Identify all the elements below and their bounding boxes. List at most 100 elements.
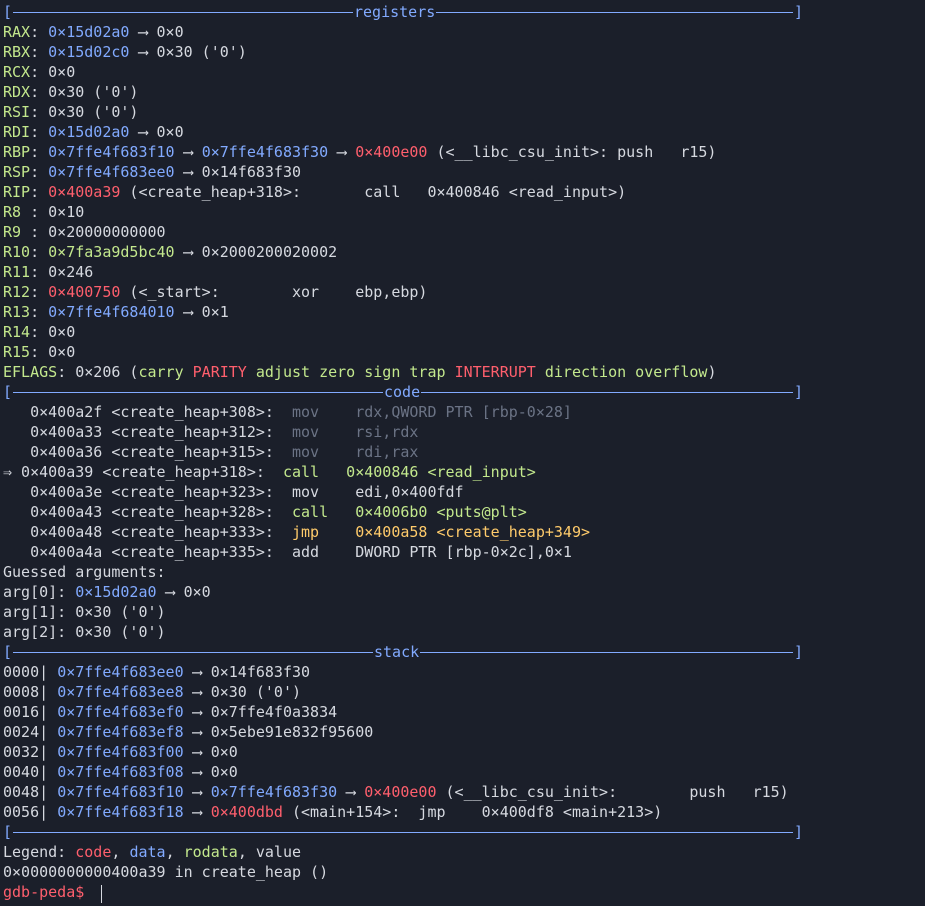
text-segment: : 0×20000000000 xyxy=(30,223,166,241)
text-segment: : 0×0 xyxy=(30,63,76,81)
text-segment: : xyxy=(30,283,49,301)
text-segment: arg[0]: xyxy=(3,583,76,601)
text-segment: 0048| xyxy=(3,783,58,801)
text-segment: , xyxy=(165,843,184,861)
text-segment: 0×7ffe4f683ee8 xyxy=(57,683,184,701)
text-segment: 0×400a4a <create_heap+335>: add DWORD PT… xyxy=(3,543,572,561)
text-segment: : xyxy=(30,303,49,321)
text-cursor[interactable] xyxy=(101,885,102,903)
text-segment: arg[2]: 0×30 ('0') xyxy=(3,623,166,641)
text-segment: rodata xyxy=(183,843,238,861)
separator-right-bracket: ] xyxy=(793,643,803,661)
text-segment: (<create_heap+318>: call 0×400846 <read_… xyxy=(120,183,627,201)
text-segment: call 0×400846 <read_input> xyxy=(282,463,536,481)
separator-rule xyxy=(13,832,793,833)
text-segment: Legend: xyxy=(3,843,76,861)
code-line: 0×400a33 <create_heap+312>: mov rsi,rdx xyxy=(3,422,418,442)
text-segment: 0×7ffe4f683f08 xyxy=(57,763,184,781)
text-segment: ⟶ 0×1 xyxy=(174,303,229,321)
text-segment: ⟶ xyxy=(183,803,211,821)
argument-line: arg[2]: 0×30 ('0') xyxy=(3,622,166,642)
text-segment: : xyxy=(30,143,49,161)
text-segment: R10 xyxy=(3,243,31,261)
text-segment: 0×400a3e <create_heap+323>: mov edi,0×40… xyxy=(3,483,464,501)
text-segment: 0×400e00 xyxy=(364,783,437,801)
text-segment: 0×7ffe4f683f10 xyxy=(48,143,175,161)
text-segment: : xyxy=(30,43,49,61)
text-segment: R11 xyxy=(3,263,31,281)
separator-right-bracket: ] xyxy=(793,383,803,401)
text-segment: ⟶ 0×0 xyxy=(129,23,184,41)
text-segment: RDI xyxy=(3,123,31,141)
text-segment: 0×7ffe4f684010 xyxy=(48,303,175,321)
text-segment: : xyxy=(30,123,49,141)
text-segment: adjust zero sign trap xyxy=(246,363,455,381)
text-segment: ⟶ xyxy=(174,143,202,161)
text-segment: : 0×0 xyxy=(30,343,76,361)
text-segment: : xyxy=(30,243,49,261)
text-segment: : 0×30 ('0') xyxy=(30,103,139,121)
text-segment: code xyxy=(75,843,112,861)
gdb-prompt: gdb-peda$ xyxy=(3,883,94,901)
text-segment: INTERRUPT xyxy=(454,363,536,381)
text-segment: ⟶ 0×30 ('0') xyxy=(183,683,302,701)
text-segment: ⟶ xyxy=(337,783,365,801)
current-location: 0×0000000000400a39 in create_heap () xyxy=(3,863,329,881)
stack-line: 0008| 0×7ffe4f683ee8 ⟶ 0×30 ('0') xyxy=(3,682,301,702)
text-segment: R8 xyxy=(3,203,31,221)
text-segment: RAX xyxy=(3,23,31,41)
register-line: RBP: 0×7ffe4f683f10 ⟶ 0×7ffe4f683f30 ⟶ 0… xyxy=(3,142,716,162)
separator-right-bracket: ] xyxy=(793,3,803,21)
stack-line: 0032| 0×7ffe4f683f00 ⟶ 0×0 xyxy=(3,742,238,762)
register-line: EFLAGS: 0×206 (carry PARITY adjust zero … xyxy=(3,362,716,382)
register-line: RSP: 0×7ffe4f683ee0 ⟶ 0×14f683f30 xyxy=(3,162,301,182)
text-segment: ) xyxy=(707,363,717,381)
text-segment: 0×7fa3a9d5bc40 xyxy=(48,243,175,261)
text-segment: ⟶ 0×5ebe91e832f95600 xyxy=(183,723,374,741)
text-segment: ⟶ 0×14f683f30 xyxy=(183,663,311,681)
terminal[interactable]: [ registers ] RAX: 0×15d02a0 ⟶ 0×0 RBX: 0… xyxy=(0,0,925,906)
text-segment: (<main+154>: jmp 0×400df8 <main+213>) xyxy=(282,803,663,821)
text-segment: 0×7ffe4f683f00 xyxy=(57,743,184,761)
text-segment: RIP xyxy=(3,183,31,201)
text-segment: RSI xyxy=(3,103,31,121)
text-segment: arg[1]: 0×30 ('0') xyxy=(3,603,166,621)
register-line: R13: 0×7ffe4f684010 ⟶ 0×1 xyxy=(3,302,229,322)
text-segment: : 0×0 xyxy=(30,323,76,341)
text-segment: RBP xyxy=(3,143,31,161)
register-line: R8 : 0×10 xyxy=(3,202,84,222)
text-segment: direction overflow xyxy=(535,363,708,381)
register-line: R14: 0×0 xyxy=(3,322,75,342)
text-segment: 0×7ffe4f683ef8 xyxy=(57,723,184,741)
register-line: R9 : 0×20000000000 xyxy=(3,222,166,242)
stack-line: 0040| 0×7ffe4f683f08 ⟶ 0×0 xyxy=(3,762,238,782)
text-segment: ⟶ 0×0 xyxy=(183,763,238,781)
text-segment: 0×400e00 xyxy=(355,143,428,161)
text-segment: 0×400a36 <create_heap+315>: xyxy=(3,443,292,461)
code-line: 0×400a3e <create_heap+323>: mov edi,0×40… xyxy=(3,482,464,502)
text-segment: ⟶ 0×14f683f30 xyxy=(174,163,302,181)
text-segment: EFLAGS xyxy=(3,363,58,381)
text-segment: 0×400a43 <create_heap+328>: xyxy=(3,503,292,521)
legend: Legend: code, data, rodata, value xyxy=(3,842,301,862)
closing-separator: [ ] xyxy=(3,822,803,842)
separator-left-bracket: [ xyxy=(3,383,13,401)
text-segment: R9 xyxy=(3,223,31,241)
text-segment: 0×15d02a0 xyxy=(48,123,130,141)
text-segment: R12 xyxy=(3,283,31,301)
register-line: RAX: 0×15d02a0 ⟶ 0×0 xyxy=(3,22,184,42)
stack-line: 0048| 0×7ffe4f683f10 ⟶ 0×7ffe4f683f30 ⟶ … xyxy=(3,782,789,802)
code-title: code xyxy=(383,382,422,402)
text-segment: 0032| xyxy=(3,743,58,761)
text-segment: 0×7ffe4f683f18 xyxy=(57,803,184,821)
register-line: R12: 0×400750 (<_start>: xor ebp,ebp) xyxy=(3,282,427,302)
guessed-arguments-header: Guessed arguments: xyxy=(3,563,166,581)
text-segment: : xyxy=(30,163,49,181)
text-segment: (<__libc_csu_init>: push r15) xyxy=(436,783,789,801)
text-segment: ⇒ 0×400a39 <create_heap+318>: xyxy=(3,463,283,481)
text-segment: 0×400a39 xyxy=(48,183,121,201)
text-segment: : 0×246 xyxy=(30,263,94,281)
text-segment: ⟶ 0×7ffe4f0a3834 xyxy=(183,703,338,721)
text-segment: 0×400a48 <create_heap+333>: xyxy=(3,523,292,541)
text-segment: 0008| xyxy=(3,683,58,701)
